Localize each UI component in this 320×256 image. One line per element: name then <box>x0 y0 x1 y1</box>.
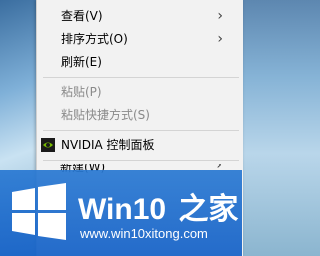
menu-item-nvidia-control-panel[interactable]: NVIDIA 控制面板 <box>37 134 243 156</box>
menu-item-label: NVIDIA 控制面板 <box>61 138 155 152</box>
windows-logo-icon <box>12 183 66 240</box>
submenu-arrow-icon: › <box>217 8 223 24</box>
menu-separator <box>43 77 239 78</box>
menu-item-label: 粘贴快捷方式(S) <box>61 108 150 122</box>
menu-item-view[interactable]: 查看(V) › <box>37 5 243 27</box>
menu-item-paste-shortcut: 粘贴快捷方式(S) <box>37 104 243 126</box>
watermark-url: www.win10xitong.com <box>80 226 208 241</box>
watermark-title: Win10 之家 <box>78 184 238 228</box>
menu-item-label: 排序方式(O) <box>61 32 128 46</box>
menu-item-label: 查看(V) <box>61 9 103 23</box>
menu-separator <box>43 160 239 161</box>
menu-item-sort-by[interactable]: 排序方式(O) › <box>37 28 243 50</box>
nvidia-icon <box>41 138 55 152</box>
watermark-title-win: Win10 <box>78 193 167 226</box>
menu-item-label: 刷新(E) <box>61 55 102 69</box>
menu-item-label: 粘贴(P) <box>61 85 102 99</box>
watermark-title-cn: 之家 <box>178 193 239 226</box>
menu-item-refresh[interactable]: 刷新(E) <box>37 51 243 73</box>
menu-item-paste: 粘贴(P) <box>37 81 243 103</box>
submenu-arrow-icon: › <box>217 31 223 47</box>
menu-separator <box>43 130 239 131</box>
watermark-banner: Win10 之家 www.win10xitong.com <box>0 170 242 256</box>
